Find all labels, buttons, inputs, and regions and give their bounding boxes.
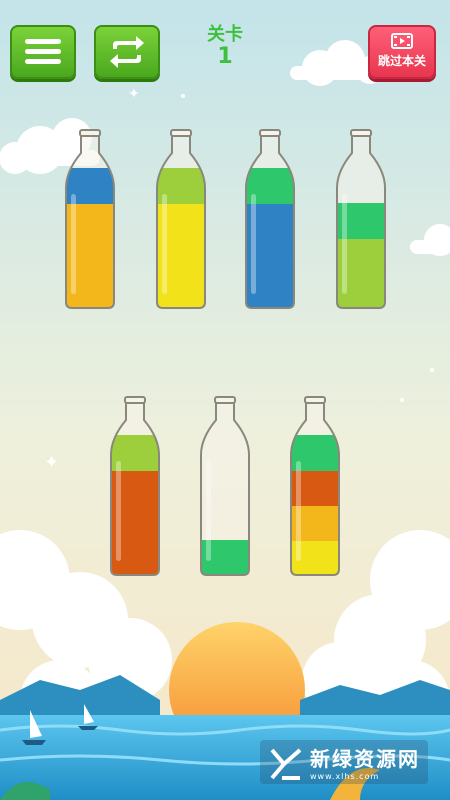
watermark: 新绿资源网 www.xlhs.com [260,740,428,784]
watermark-url: www.xlhs.com [310,772,380,781]
watermark-text: 新绿资源网 [310,747,420,771]
bottle[interactable] [336,129,386,309]
bottle[interactable] [200,396,250,576]
bottles-area [65,129,386,576]
bottle[interactable] [65,129,115,309]
bottle[interactable] [110,396,160,576]
bottle[interactable] [245,129,295,309]
bottle[interactable] [290,396,340,576]
bottle[interactable] [156,129,206,309]
xlhs-logo [270,748,302,780]
